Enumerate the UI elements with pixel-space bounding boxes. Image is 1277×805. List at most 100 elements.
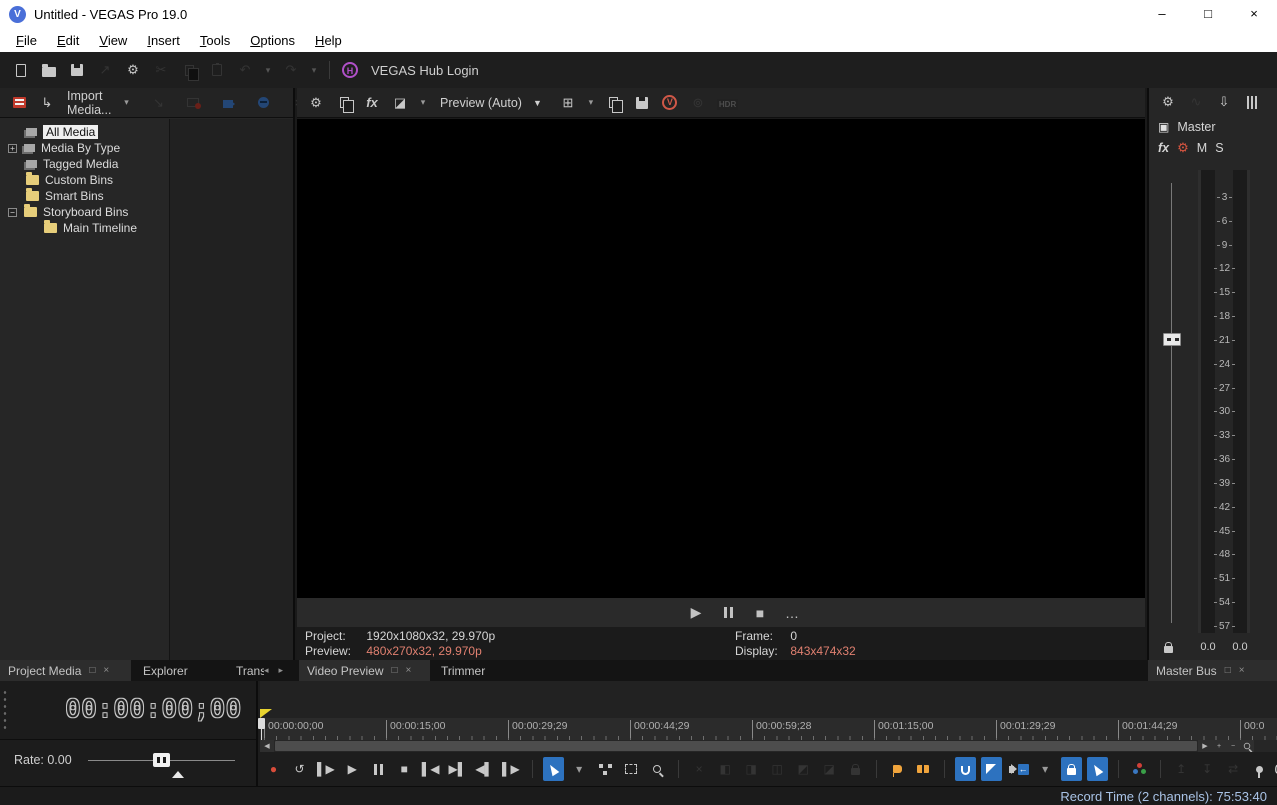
previous-frame-button[interactable]: ◀▌ [473, 757, 495, 781]
tab-transitions[interactable]: Trans [228, 660, 264, 681]
tab-project-media[interactable]: Project Media □ × [0, 660, 131, 681]
publish-project-icon[interactable]: ↗ [94, 58, 116, 82]
tree-item[interactable]: Custom Bins [0, 172, 169, 188]
zoom-tool-icon[interactable] [1240, 740, 1254, 752]
timeline-ruler[interactable]: 00:00:00;0000:00:15;0000:00:29;2900:00:4… [260, 718, 1277, 740]
import-media-button[interactable]: Import Media... [67, 89, 111, 117]
menu-file[interactable]: File [6, 33, 47, 48]
vegas-hub-button[interactable] [339, 58, 361, 82]
play-from-start-button[interactable]: ▌▶ [315, 757, 337, 781]
video-preview-screen[interactable] [297, 119, 1145, 598]
record-button[interactable]: ● [263, 757, 284, 781]
marker-pin-icon[interactable] [1249, 757, 1270, 781]
copy-snapshot-icon[interactable] [603, 91, 625, 115]
grid-overlay-icon[interactable]: ⊞ [557, 91, 579, 115]
trim-adjacent-button[interactable]: ◫ [767, 757, 788, 781]
undock-icon[interactable]: □ [392, 665, 398, 676]
preview-pause-button[interactable] [717, 601, 739, 625]
pause-button[interactable] [368, 757, 389, 781]
drag-grip[interactable] [2, 689, 8, 733]
master-fx-button[interactable]: fx [1158, 141, 1169, 155]
menu-view[interactable]: View [89, 33, 137, 48]
tree-item[interactable]: Main Timeline [0, 220, 169, 236]
tab-trimmer[interactable]: Trimmer [433, 660, 495, 681]
close-button[interactable]: × [1231, 0, 1277, 28]
scrollbar-thumb[interactable] [275, 741, 1197, 751]
delete-button[interactable]: × [689, 757, 710, 781]
tab-scroll-right-icon[interactable]: ▸ [279, 665, 284, 676]
preview-quality-dropdown-icon[interactable]: ▼ [533, 98, 542, 108]
minimize-button[interactable]: – [1139, 0, 1185, 28]
redo-dropdown-icon[interactable]: ▾ [308, 58, 320, 82]
next-frame-button[interactable]: ▌▶ [500, 757, 522, 781]
automation-settings-icon[interactable]: ⚙ [1177, 140, 1189, 156]
preview-more-button[interactable]: … [781, 601, 803, 625]
zoom-in-icon[interactable]: + [1212, 740, 1226, 752]
mixer-settings-gear-icon[interactable]: ⚙ [1157, 90, 1179, 114]
trim-end-button[interactable]: ◨ [741, 757, 762, 781]
selection-edit-tool-button[interactable] [621, 757, 642, 781]
get-from-device-icon[interactable] [217, 91, 239, 115]
menu-insert[interactable]: Insert [137, 33, 190, 48]
redo-icon[interactable]: ↷ [280, 58, 302, 82]
insert-marker-button[interactable] [887, 757, 908, 781]
preview-360-icon[interactable]: ⊚ [687, 91, 709, 115]
save-project-icon[interactable] [66, 58, 88, 82]
preview-quality-button[interactable]: Preview (Auto) [440, 96, 522, 110]
grid-overlay-dropdown-icon[interactable]: ▾ [585, 91, 597, 115]
mute-button[interactable]: M [1197, 141, 1207, 155]
hdr-badge-icon[interactable] [715, 91, 740, 115]
tree-item[interactable]: −Storyboard Bins [0, 204, 169, 220]
media-manager-icon[interactable] [8, 91, 30, 115]
close-tab-icon[interactable]: × [1239, 665, 1245, 676]
close-tab-icon[interactable]: × [406, 665, 412, 676]
zoom-edit-tool-button[interactable] [647, 757, 668, 781]
ignore-event-grouping-button[interactable] [1087, 757, 1108, 781]
tab-video-preview[interactable]: Video Preview □ × [299, 660, 430, 681]
capture-video-icon[interactable]: ↘ [147, 91, 169, 115]
media-list-area[interactable] [170, 119, 293, 660]
cut-icon[interactable]: ✂ [150, 58, 172, 82]
close-tab-icon[interactable]: × [103, 665, 109, 676]
envelope-edit-tool-button[interactable] [595, 757, 616, 781]
preview-stop-button[interactable]: ■ [749, 601, 771, 625]
go-to-end-button[interactable]: ▶▌ [446, 757, 468, 781]
zoom-out-icon[interactable]: − [1226, 740, 1240, 752]
open-in-audio-editor-button[interactable]: ↥ [1171, 757, 1192, 781]
tree-item[interactable]: Tagged Media [0, 156, 169, 172]
undo-icon[interactable]: ↶ [234, 58, 256, 82]
marker-bar[interactable] [260, 681, 1277, 718]
paste-icon[interactable] [206, 58, 228, 82]
import-media-dropdown-icon[interactable]: ▾ [120, 91, 132, 115]
lock-fader-channels-icon[interactable] [1164, 640, 1173, 658]
tree-expander-icon[interactable]: + [8, 144, 17, 153]
slide-trim-button[interactable]: ◪ [819, 757, 840, 781]
open-nested-timeline-button[interactable]: ↧ [1197, 757, 1218, 781]
downmix-output-icon[interactable]: ∿ [1185, 90, 1207, 114]
scroll-right-icon[interactable]: ▶ [1198, 740, 1212, 752]
tab-explorer[interactable]: Explorer [135, 660, 197, 681]
play-button[interactable]: ▶ [342, 757, 363, 781]
master-fader-handle[interactable] [1163, 333, 1181, 346]
preview-play-button[interactable]: ▶ [685, 601, 707, 625]
tree-item[interactable]: All Media [0, 124, 169, 140]
split-screen-dropdown-icon[interactable]: ▾ [417, 91, 429, 115]
cursor-timecode-display[interactable]: 00:00:00;00 [65, 694, 242, 723]
color-grading-button[interactable] [1129, 757, 1150, 781]
undo-dropdown-icon[interactable]: ▾ [262, 58, 274, 82]
new-project-icon[interactable] [10, 58, 32, 82]
tree-expander-icon[interactable]: − [8, 208, 17, 217]
capture-screen-icon[interactable] [182, 91, 204, 115]
download-media-icon[interactable] [252, 91, 274, 115]
project-properties-gear-icon[interactable]: ⚙ [122, 58, 144, 82]
enable-snapping-button[interactable] [955, 757, 976, 781]
stop-button[interactable]: ■ [394, 757, 415, 781]
undock-icon[interactable]: □ [89, 665, 95, 676]
import-media-arrow-icon[interactable]: ↳ [36, 91, 58, 115]
edit-tool-dropdown-icon[interactable]: ▾ [569, 757, 590, 781]
timeline-marker-flag[interactable] [260, 709, 272, 718]
menu-edit[interactable]: Edit [47, 33, 89, 48]
insert-region-button[interactable] [913, 757, 934, 781]
preview-settings-gear-icon[interactable]: ⚙ [305, 91, 327, 115]
tree-item[interactable]: Smart Bins [0, 188, 169, 204]
